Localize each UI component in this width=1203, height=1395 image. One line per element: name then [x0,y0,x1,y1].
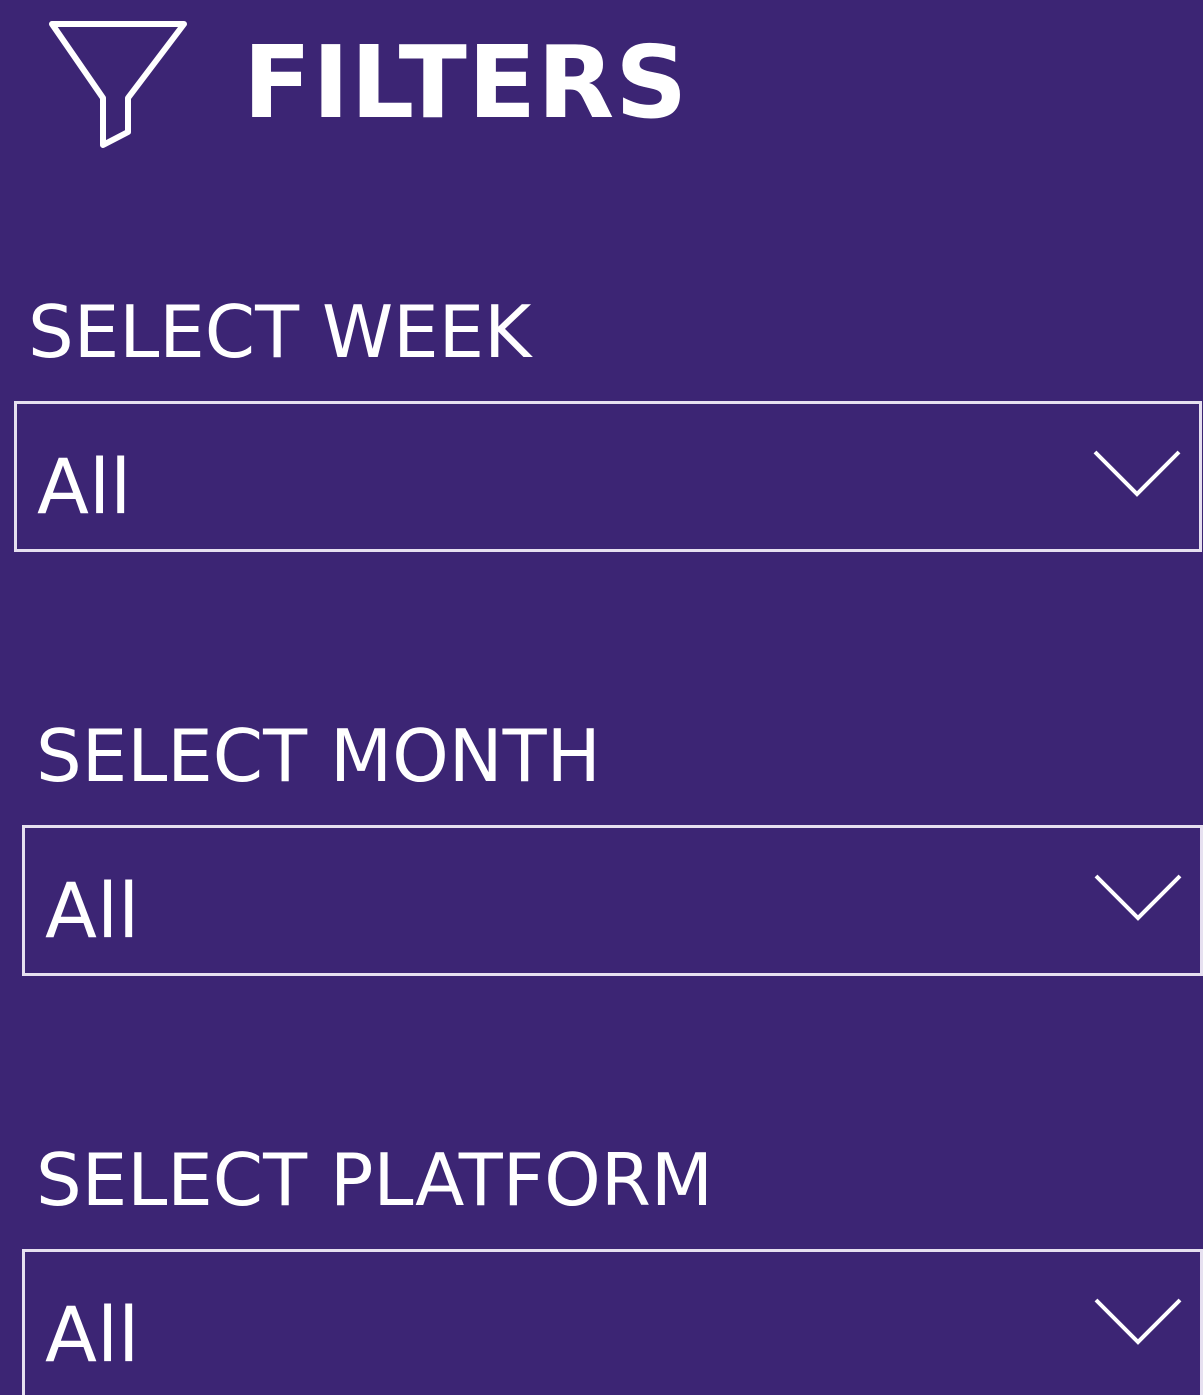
month-dropdown[interactable]: All [22,825,1203,976]
week-dropdown[interactable]: All [14,401,1202,552]
select-month-label: SELECT MONTH [36,714,601,798]
select-week-label: SELECT WEEK [28,290,532,374]
chevron-down-icon[interactable] [1094,872,1182,924]
filter-icon [49,21,187,148]
select-platform-label: SELECT PLATFORM [36,1138,714,1222]
platform-dropdown-value: All [45,1290,140,1379]
page-title: FILTERS [243,24,689,141]
chevron-down-icon[interactable] [1094,1296,1182,1348]
month-dropdown-value: All [45,866,140,955]
chevron-down-icon[interactable] [1093,448,1181,500]
platform-dropdown[interactable]: All [22,1249,1203,1395]
week-dropdown-value: All [37,442,132,531]
